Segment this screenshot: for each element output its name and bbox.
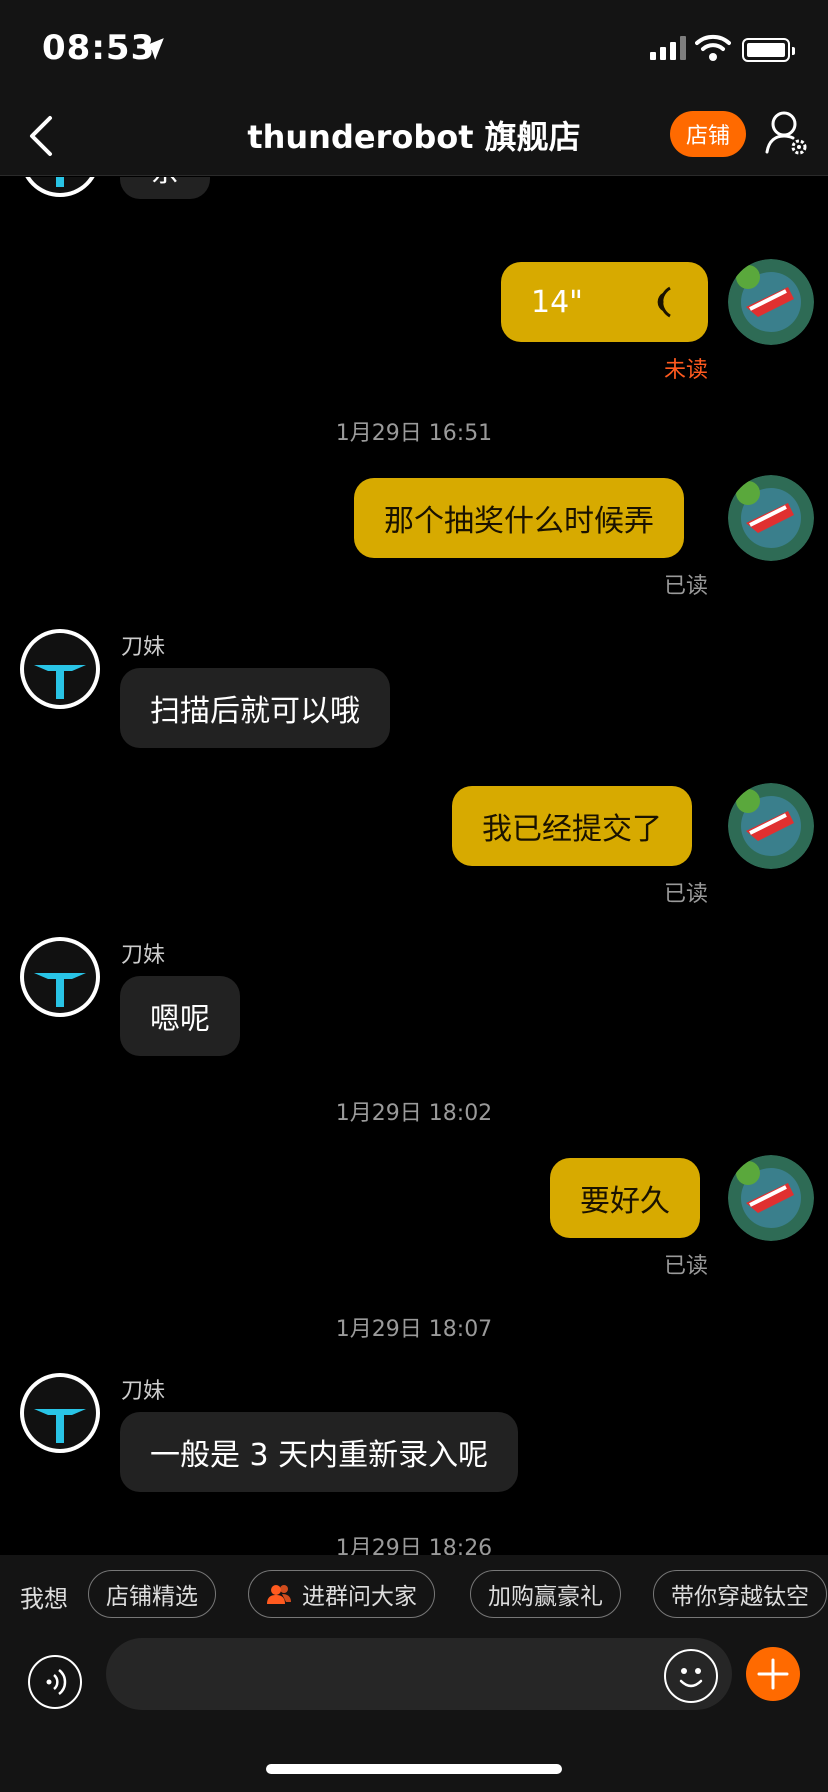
battery-icon — [742, 38, 795, 62]
chip-label: 店铺精选 — [106, 1584, 198, 1610]
agent-avatar[interactable] — [20, 1373, 100, 1453]
message-bubble[interactable]: 要好久 — [550, 1158, 700, 1238]
group-icon — [267, 1585, 291, 1604]
my-avatar[interactable] — [728, 259, 814, 345]
message-bubble[interactable]: 扫描后就可以哦 — [120, 668, 390, 748]
message-bubble[interactable]: 嗯呢 — [120, 976, 240, 1056]
nav-bar: thunderobot 旗舰店 店铺 — [0, 100, 828, 176]
chip-label: 进群问大家 — [302, 1584, 417, 1610]
plus-icon — [757, 1658, 789, 1690]
input-bar — [0, 1635, 828, 1792]
message-bubble[interactable]: 我已经提交了 — [452, 786, 692, 866]
unread-status: 未读 — [663, 358, 708, 383]
chip-join-group[interactable]: 进群问大家 — [248, 1570, 435, 1618]
voice-wave-icon — [46, 1669, 67, 1695]
smiley-icon — [679, 1668, 703, 1688]
my-avatar[interactable] — [728, 783, 814, 869]
status-time: 08:53 — [42, 28, 156, 68]
message-bubble[interactable]: 亲 — [120, 177, 210, 199]
message-text: 扫描后就可以哦 — [150, 694, 360, 729]
chip-add-cart-prize[interactable]: 加购赢豪礼 — [470, 1570, 621, 1618]
cellular-signal-icon — [650, 36, 686, 60]
chip-store-picks[interactable]: 店铺精选 — [88, 1570, 216, 1618]
chat-messages[interactable]: 亲 14" 未读 1月29日 16:51 那个抽奖什么时候弄 已读 刀妹 扫描后… — [0, 177, 828, 1555]
chip-label: 加购赢豪礼 — [488, 1584, 603, 1610]
message-input[interactable] — [106, 1638, 732, 1710]
agent-avatar[interactable] — [20, 177, 100, 197]
message-text: 嗯呢 — [150, 1002, 210, 1037]
status-bar: 08:53 — [0, 0, 828, 100]
quick-suggestions-bar: 我想 店铺精选 进群问大家 加购赢豪礼 带你穿越钛空 — [0, 1555, 828, 1635]
my-avatar[interactable] — [728, 475, 814, 561]
emoji-button[interactable] — [664, 1649, 718, 1703]
message-text: 要好久 — [580, 1184, 670, 1219]
message-text: 那个抽奖什么时候弄 — [384, 504, 654, 539]
voice-wave-icon — [657, 286, 671, 318]
timestamp: 1月29日 18:02 — [335, 1101, 493, 1126]
message-bubble[interactable]: 一般是 3 天内重新录入呢 — [120, 1412, 519, 1492]
chip-titanium-journey[interactable]: 带你穿越钛空 — [653, 1570, 827, 1618]
sender-name: 刀妹 — [121, 943, 166, 968]
user-settings-icon[interactable] — [764, 108, 808, 156]
message-text: 我已经提交了 — [482, 812, 662, 847]
message-text: 一般是 3 天内重新录入呢 — [150, 1438, 489, 1473]
read-status: 已读 — [663, 1254, 708, 1279]
timestamp: 1月29日 18:07 — [335, 1317, 493, 1342]
read-status: 已读 — [663, 574, 708, 599]
voice-duration: 14" — [531, 284, 583, 320]
timestamp: 1月29日 16:51 — [335, 421, 493, 446]
location-arrow-icon — [142, 38, 164, 60]
agent-avatar[interactable] — [20, 937, 100, 1017]
sender-name: 刀妹 — [121, 1379, 166, 1404]
more-actions-button[interactable] — [746, 1647, 800, 1701]
voice-message-bubble[interactable]: 14" — [501, 262, 708, 342]
message-bubble[interactable]: 那个抽奖什么时候弄 — [354, 478, 684, 558]
store-button[interactable]: 店铺 — [670, 111, 746, 157]
sender-name: 刀妹 — [121, 635, 166, 660]
agent-avatar[interactable] — [20, 629, 100, 709]
wifi-icon — [695, 34, 731, 61]
voice-input-button[interactable] — [28, 1655, 82, 1709]
read-status: 已读 — [663, 882, 708, 907]
chip-label: 带你穿越钛空 — [671, 1584, 809, 1610]
home-indicator[interactable] — [266, 1764, 562, 1774]
my-avatar[interactable] — [728, 1155, 814, 1241]
message-text: 亲 — [150, 177, 180, 190]
quick-label: 我想 — [20, 1585, 68, 1613]
timestamp: 1月29日 18:26 — [335, 1536, 493, 1555]
